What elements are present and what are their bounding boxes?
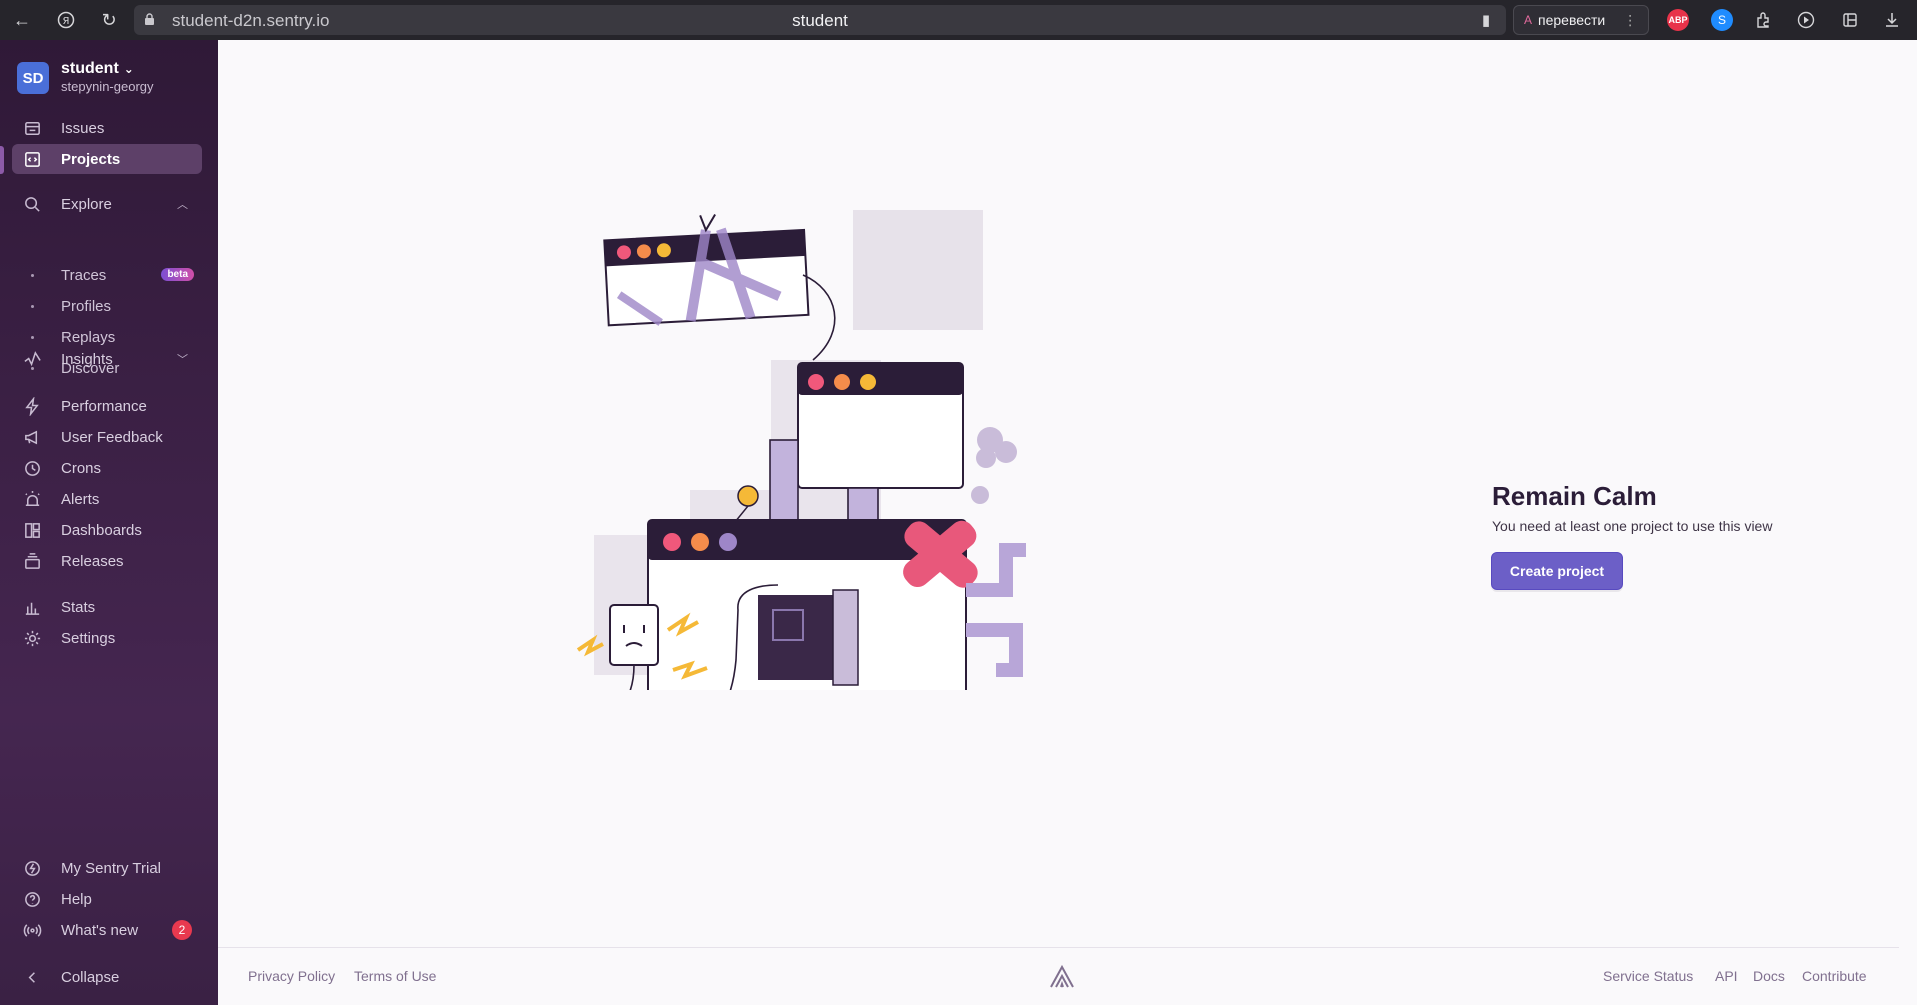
sidebar-item-stats[interactable]: Stats xyxy=(12,592,202,622)
issues-icon xyxy=(12,119,52,138)
sidebar-item-explore[interactable]: Explore ︿ xyxy=(12,189,202,219)
sidebar-item-releases[interactable]: Releases xyxy=(12,546,202,576)
footer-contribute-link[interactable]: Contribute xyxy=(1802,968,1867,984)
sidebar-item-help[interactable]: Help xyxy=(12,884,202,914)
megaphone-icon xyxy=(12,428,52,447)
chevron-left-icon xyxy=(12,968,52,987)
collapse-button[interactable]: Collapse xyxy=(12,962,202,992)
sidebar-item-issues[interactable]: Issues xyxy=(12,113,202,143)
org-switcher[interactable]: student ⌄ xyxy=(61,60,134,78)
sidebar-item-whats-new[interactable]: What's new 2 xyxy=(12,915,202,945)
insights-icon xyxy=(12,350,52,369)
chevron-up-icon: ︿ xyxy=(177,199,188,211)
create-project-button[interactable]: Create project xyxy=(1491,552,1623,590)
sentry-logo-icon[interactable] xyxy=(1048,964,1076,990)
broadcast-icon xyxy=(12,921,52,940)
projects-icon xyxy=(12,150,52,169)
trial-icon xyxy=(12,859,52,878)
sidebar-item-settings[interactable]: Settings xyxy=(12,623,202,653)
adblock-icon[interactable]: ABP xyxy=(1667,9,1689,31)
gear-icon xyxy=(12,629,52,648)
active-indicator xyxy=(0,146,4,174)
help-icon xyxy=(12,890,52,909)
media-icon[interactable] xyxy=(1794,8,1818,32)
sidebar: SD student ⌄ stepynin-georgy Issues Proje… xyxy=(0,40,218,1005)
releases-icon xyxy=(12,552,52,571)
dashboard-icon xyxy=(12,521,52,540)
collections-icon[interactable] xyxy=(1838,8,1862,32)
chevron-down-icon: ⌄ xyxy=(123,62,134,76)
main-content: Remain Calm You need at least one projec… xyxy=(218,40,1917,1005)
chevron-down-icon: ﹀ xyxy=(177,354,188,366)
sidebar-item-profiles[interactable]: Profiles xyxy=(12,292,202,320)
shazam-icon[interactable]: S xyxy=(1711,9,1733,31)
sidebar-item-user-feedback[interactable]: User Feedback xyxy=(12,422,202,452)
downloads-icon[interactable] xyxy=(1880,8,1904,32)
address-bar[interactable]: student-d2n.sentry.io student ▮ xyxy=(134,5,1506,35)
back-icon[interactable]: ← xyxy=(10,8,34,32)
footer-api-link[interactable]: API xyxy=(1715,968,1738,984)
org-avatar[interactable]: SD xyxy=(17,62,49,94)
stats-icon xyxy=(12,598,52,617)
sidebar-item-dashboards[interactable]: Dashboards xyxy=(12,515,202,545)
footer-status-link[interactable]: Service Status xyxy=(1603,968,1693,984)
sidebar-item-traces[interactable]: Traces beta xyxy=(12,261,202,289)
empty-state-description: You need at least one project to use thi… xyxy=(1492,518,1773,534)
yandex-icon[interactable]: Я xyxy=(54,8,78,32)
sidebar-item-projects[interactable]: Projects xyxy=(12,144,202,174)
translate-icon: A xyxy=(1524,13,1533,27)
org-username: stepynin-georgy xyxy=(61,79,154,94)
extensions-icon[interactable] xyxy=(1752,8,1776,32)
sidebar-item-insights[interactable]: Insights ﹀ xyxy=(12,344,202,374)
sidebar-item-crons[interactable]: Crons xyxy=(12,453,202,483)
svg-text:Я: Я xyxy=(63,16,70,27)
empty-state-title: Remain Calm xyxy=(1492,481,1657,511)
lightning-icon xyxy=(12,396,52,416)
footer-privacy-link[interactable]: Privacy Policy xyxy=(248,968,335,984)
beta-badge: beta xyxy=(161,268,194,281)
more-icon[interactable]: ⋮ xyxy=(1623,12,1637,29)
footer-docs-link[interactable]: Docs xyxy=(1753,968,1785,984)
sidebar-item-performance[interactable]: Performance xyxy=(12,391,202,421)
browser-toolbar: ← Я ↻ student-d2n.sentry.io student ▮ A … xyxy=(0,0,1917,40)
clock-icon xyxy=(12,459,52,478)
footer-terms-link[interactable]: Terms of Use xyxy=(354,968,436,984)
bookmark-icon[interactable]: ▮ xyxy=(1474,8,1498,32)
sidebar-item-trial[interactable]: My Sentry Trial xyxy=(12,853,202,883)
tab-title: student xyxy=(792,11,848,30)
footer: Privacy Policy Terms of Use Service Stat… xyxy=(218,947,1899,1005)
broken-computer-illustration xyxy=(576,210,1026,690)
translate-button[interactable]: A перевести ⋮ xyxy=(1513,5,1649,35)
siren-icon xyxy=(12,490,52,509)
whats-new-count-badge: 2 xyxy=(172,920,192,940)
sidebar-item-alerts[interactable]: Alerts xyxy=(12,484,202,514)
search-icon xyxy=(12,195,52,214)
reload-icon[interactable]: ↻ xyxy=(97,8,121,32)
